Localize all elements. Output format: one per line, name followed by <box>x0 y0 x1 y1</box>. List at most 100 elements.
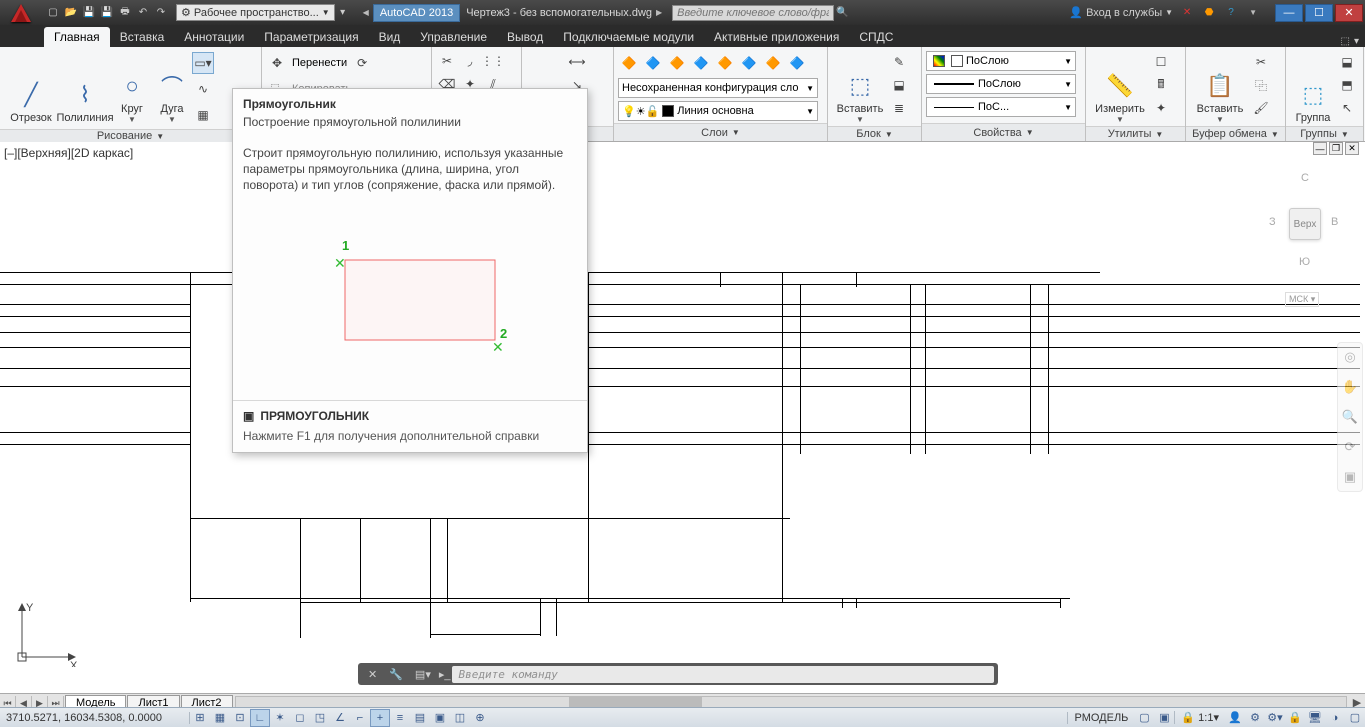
viewcube-w[interactable]: З <box>1269 216 1276 228</box>
save-icon[interactable]: 💾 <box>81 5 97 21</box>
array-icon[interactable]: ⋮⋮ <box>482 50 504 72</box>
layer1-icon[interactable]: 🔶 <box>618 52 640 74</box>
steering-wheel-icon[interactable]: ◎ <box>1340 347 1360 367</box>
showmotion-icon[interactable]: ▣ <box>1340 467 1360 487</box>
redo-icon[interactable]: ↷ <box>153 5 169 21</box>
calc-icon[interactable]: 🖩 <box>1150 74 1172 96</box>
measure-button[interactable]: 📏 Измерить ▼ <box>1090 49 1150 124</box>
sb-otrack-icon[interactable]: ∠ <box>330 709 350 727</box>
panel-props-title[interactable]: Свойства▼ <box>922 123 1085 141</box>
viewcube-wcs[interactable]: МСК ▾ <box>1285 292 1319 307</box>
sb-lock-icon[interactable]: 🔒 <box>1285 709 1305 727</box>
layer3-icon[interactable]: 🔶 <box>666 52 688 74</box>
point-icon[interactable]: ✦ <box>1150 97 1172 119</box>
sb-osnap-icon[interactable]: ◻ <box>290 709 310 727</box>
viewcube-n[interactable]: С <box>1301 172 1309 184</box>
layer5-icon[interactable]: 🔶 <box>714 52 736 74</box>
tab-home[interactable]: Главная <box>44 27 110 47</box>
app-logo[interactable] <box>0 0 42 25</box>
sb-grid-icon[interactable]: ⊡ <box>230 709 250 727</box>
chevron-down-icon[interactable]: ▾ <box>1354 36 1359 47</box>
panel-block-title[interactable]: Блок▼ <box>828 126 921 141</box>
group-sel-icon[interactable]: ↖ <box>1336 97 1358 119</box>
block-insert-button[interactable]: ⬚ Вставить ▼ <box>832 49 888 124</box>
panel-clip-title[interactable]: Буфер обмена▼ <box>1186 126 1285 141</box>
tab-apps[interactable]: Активные приложения <box>704 27 849 47</box>
hatch-button[interactable]: ▦ <box>192 104 214 126</box>
sb-clean-icon[interactable]: ▢ <box>1345 709 1365 727</box>
viewcube[interactable]: С З В Ю Верх МСК ▾ <box>1265 162 1345 312</box>
spline-button[interactable]: ∿ <box>192 78 214 100</box>
nav-left-icon[interactable]: ◀ <box>363 8 369 17</box>
doc-restore-button[interactable]: ❐ <box>1329 142 1343 155</box>
panel-util-title[interactable]: Утилиты▼ <box>1086 126 1185 141</box>
tab-annotate[interactable]: Аннотации <box>174 27 254 47</box>
fillet-icon[interactable]: ◞ <box>459 50 481 72</box>
sb-hardware-icon[interactable]: 🖥 <box>1305 709 1325 727</box>
panel-draw-title[interactable]: Рисование▼ <box>0 129 261 142</box>
ribbon-expand-icon[interactable]: ⬚ <box>1341 36 1350 47</box>
new-icon[interactable]: ▢ <box>45 5 61 21</box>
copy-clip-icon[interactable]: ⿻ <box>1250 74 1272 96</box>
cut-icon[interactable]: ✂ <box>1250 51 1272 73</box>
tab-view[interactable]: Вид <box>369 27 411 47</box>
tab-spds[interactable]: СПДС <box>849 27 903 47</box>
exchange-icon[interactable]: ✕ <box>1179 5 1195 21</box>
lineweight-combo[interactable]: ПоСлою▼ <box>926 74 1076 94</box>
layer6-icon[interactable]: 🔷 <box>738 52 760 74</box>
circle-button[interactable]: ○ Круг ▼ <box>112 49 152 124</box>
nav-right-icon[interactable]: ▶ <box>656 8 662 17</box>
sb-ortho-icon[interactable]: ∟ <box>250 709 270 727</box>
layer-state-combo[interactable]: Несохраненная конфигурация сло▼ <box>618 78 818 98</box>
polyline-button[interactable]: ⌇ Полилиния <box>58 49 112 124</box>
saveas-icon[interactable]: 💾 <box>99 5 115 21</box>
match-icon[interactable]: 🖌 <box>1250 97 1272 119</box>
color-combo[interactable]: ПоСлою▼ <box>926 51 1076 71</box>
viewcube-e[interactable]: В <box>1331 216 1338 228</box>
sb-ws-icon[interactable]: ⚙▾ <box>1265 709 1285 727</box>
dimension-icon[interactable]: ⟷ <box>566 51 588 73</box>
sb-sc-icon[interactable]: ◫ <box>450 709 470 727</box>
block-create-icon[interactable]: ✎ <box>888 51 910 73</box>
help-dropdown-icon[interactable]: ▼ <box>1249 8 1257 17</box>
paste-button[interactable]: 📋 Вставить ▼ <box>1190 49 1250 124</box>
pan-icon[interactable]: ✋ <box>1340 377 1360 397</box>
qat-more-icon[interactable]: ▾ <box>335 5 351 21</box>
tab-manage[interactable]: Управление <box>410 27 497 47</box>
layer2-icon[interactable]: 🔷 <box>642 52 664 74</box>
sb-annovis-icon[interactable]: 👤 <box>1225 709 1245 727</box>
panel-layers-title[interactable]: Слои▼ <box>614 123 827 141</box>
help-icon[interactable]: ? <box>1223 5 1239 21</box>
open-icon[interactable]: 📂 <box>63 5 79 21</box>
block-attr-icon[interactable]: ≣ <box>888 97 910 119</box>
group-edit-icon[interactable]: ⬒ <box>1336 74 1358 96</box>
annotation-scale[interactable]: 🔒 1:1▾ <box>1174 711 1225 724</box>
sb-snap-icon[interactable]: ▦ <box>210 709 230 727</box>
tab-parametric[interactable]: Параметризация <box>254 27 368 47</box>
maximize-button[interactable]: ☐ <box>1305 4 1333 22</box>
trim-icon[interactable]: ✂ <box>436 50 458 72</box>
viewport-label[interactable]: [–][Верхняя][2D каркас] <box>4 146 133 160</box>
tab-plugins[interactable]: Подключаемые модули <box>553 27 704 47</box>
search-icon[interactable]: 🔍 <box>834 5 850 21</box>
layer8-icon[interactable]: 🔷 <box>786 52 808 74</box>
model-space-label[interactable]: РМОДЕЛЬ <box>1067 712 1134 724</box>
layer4-icon[interactable]: 🔷 <box>690 52 712 74</box>
sb-dyn-icon[interactable]: + <box>370 709 390 727</box>
layer-combo[interactable]: 💡 ☀ 🔓 Линия основна▼ <box>618 101 818 121</box>
orbit-icon[interactable]: ⟳ <box>1340 437 1360 457</box>
doc-close-button[interactable]: ✕ <box>1345 142 1359 155</box>
sb-am-icon[interactable]: ⊕ <box>470 709 490 727</box>
close-button[interactable]: ✕ <box>1335 4 1363 22</box>
tab-insert[interactable]: Вставка <box>110 27 175 47</box>
sb-3dosnap-icon[interactable]: ◳ <box>310 709 330 727</box>
select-icon[interactable]: ☐ <box>1150 51 1172 73</box>
workspace-combo[interactable]: ⚙ Рабочее пространство... ▼ <box>176 4 335 21</box>
panel-group-title[interactable]: Группы▼ <box>1286 126 1363 141</box>
line-button[interactable]: ╱ Отрезок <box>4 49 58 124</box>
drawing-area[interactable]: [–][Верхняя][2D каркас] Y X <box>0 142 1365 685</box>
zoom-extents-icon[interactable]: 🔍 <box>1340 407 1360 427</box>
rotate-icon[interactable]: ⟳ <box>351 52 373 74</box>
minimize-button[interactable]: — <box>1275 4 1303 22</box>
sb-qv-icon[interactable]: ▢ <box>1134 709 1154 727</box>
